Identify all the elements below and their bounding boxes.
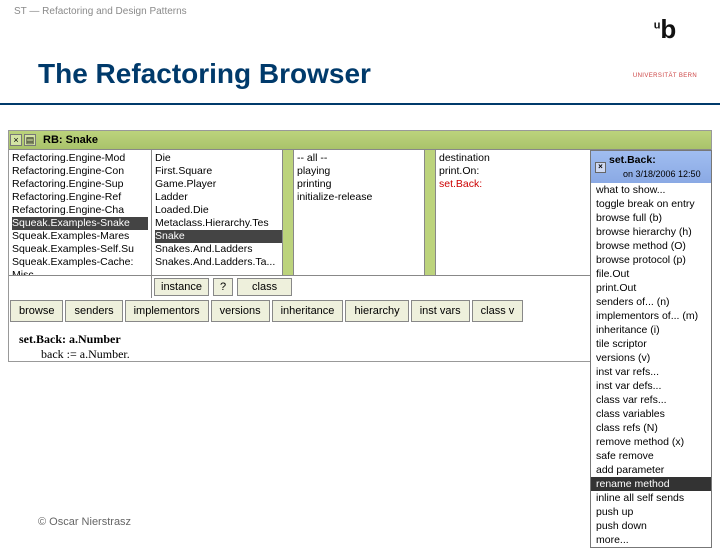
menu-item[interactable]: senders of... (n) [591, 295, 711, 309]
menu-icon[interactable]: ▤ [24, 134, 36, 146]
menu-item[interactable]: toggle break on entry [591, 197, 711, 211]
breadcrumb: ST — Refactoring and Design Patterns [14, 6, 187, 17]
scrollbar[interactable] [424, 150, 435, 275]
list-item[interactable]: printing [297, 178, 432, 191]
list-item[interactable]: Snakes.And.Ladders.Ta... [155, 256, 290, 269]
close-icon[interactable]: × [595, 162, 606, 173]
university-logo: ub UNIVERSITÄT BERN [628, 14, 702, 80]
browser-window-title: RB: Snake [43, 134, 98, 146]
tab-browse[interactable]: browse [10, 300, 63, 322]
menu-item[interactable]: browse hierarchy (h) [591, 225, 711, 239]
menu-item[interactable]: versions (v) [591, 351, 711, 365]
list-item[interactable]: print.On: [439, 165, 568, 178]
list-item[interactable]: Snakes.And.Ladders [155, 243, 290, 256]
menu-item[interactable]: implementors of... (m) [591, 309, 711, 323]
menu-item[interactable]: add parameter [591, 463, 711, 477]
list-item[interactable]: Squeak.Examples-Mares [12, 230, 148, 243]
menu-item[interactable]: what to show... [591, 183, 711, 197]
instance-button[interactable]: instance [154, 278, 209, 296]
menu-item[interactable]: browse full (b) [591, 211, 711, 225]
list-item[interactable]: Refactoring.Engine-Cha [12, 204, 148, 217]
menu-item[interactable]: inheritance (i) [591, 323, 711, 337]
list-item[interactable]: Squeak.Examples-Snake [12, 217, 148, 230]
tab-implementors[interactable]: implementors [125, 300, 209, 322]
menu-item[interactable]: push down [591, 519, 711, 533]
context-menu-title-bar[interactable]: × set.Back: on 3/18/2006 12:50 [591, 151, 711, 183]
list-item[interactable]: Misc [12, 269, 148, 275]
list-item[interactable]: Snake [155, 230, 290, 243]
menu-item[interactable]: push up [591, 505, 711, 519]
package-list[interactable]: Refactoring.Engine-Mod Refactoring.Engin… [9, 150, 152, 275]
menu-item[interactable]: class refs (N) [591, 421, 711, 435]
scrollbar[interactable] [282, 150, 293, 275]
tab-class-vars[interactable]: class v [472, 300, 524, 322]
list-item[interactable]: Metaclass.Hierarchy.Tes [155, 217, 290, 230]
list-item[interactable]: First.Square [155, 165, 290, 178]
protocol-list[interactable]: -- all -- playing printing initialize-re… [294, 150, 436, 275]
list-item[interactable]: Game.Player [155, 178, 290, 191]
logo-text: UNIVERSITÄT BERN [628, 45, 702, 80]
list-item[interactable]: initialize-release [297, 191, 432, 204]
close-icon[interactable]: × [10, 134, 22, 146]
menu-item[interactable]: inst var defs... [591, 379, 711, 393]
page-title: The Refactoring Browser [38, 58, 371, 90]
list-item[interactable]: playing [297, 165, 432, 178]
menu-item[interactable]: more... [591, 533, 711, 547]
tab-inheritance[interactable]: inheritance [272, 300, 344, 322]
list-item[interactable]: Loaded.Die [155, 204, 290, 217]
menu-item[interactable]: remove method (x) [591, 435, 711, 449]
footer-copyright: © Oscar Nierstrasz [38, 516, 131, 528]
list-item[interactable]: Refactoring.Engine-Ref [12, 191, 148, 204]
list-item[interactable]: Squeak.Examples-Cache: [12, 256, 148, 269]
menu-item[interactable]: inline all self sends [591, 491, 711, 505]
logo-b-mark: b [660, 14, 676, 44]
help-button[interactable]: ? [213, 278, 233, 296]
menu-item[interactable]: safe remove [591, 449, 711, 463]
browser-title-bar[interactable]: × ▤ RB: Snake [9, 131, 711, 150]
method-list[interactable]: destination print.On: set.Back: [436, 150, 571, 275]
class-list[interactable]: Die First.Square Game.Player Ladder Load… [152, 150, 294, 275]
menu-item[interactable]: inst var refs... [591, 365, 711, 379]
menu-item[interactable]: tile scriptor [591, 337, 711, 351]
menu-item[interactable]: rename method [591, 477, 711, 491]
context-menu-title: set.Back: [609, 153, 701, 167]
tab-versions[interactable]: versions [211, 300, 270, 322]
menu-item[interactable]: class var refs... [591, 393, 711, 407]
menu-item[interactable]: browse protocol (p) [591, 253, 711, 267]
tab-hierarchy[interactable]: hierarchy [345, 300, 408, 322]
menu-item[interactable]: print.Out [591, 281, 711, 295]
list-item[interactable]: Refactoring.Engine-Mod [12, 152, 148, 165]
method-context-menu: × set.Back: on 3/18/2006 12:50 what to s… [590, 150, 712, 548]
list-item[interactable]: Squeak.Examples-Self.Su [12, 243, 148, 256]
list-item[interactable]: -- all -- [297, 152, 432, 165]
list-item[interactable]: destination [439, 152, 568, 165]
header-divider [0, 103, 720, 105]
list-item[interactable]: Refactoring.Engine-Con [12, 165, 148, 178]
menu-item[interactable]: class variables [591, 407, 711, 421]
list-item[interactable]: Die [155, 152, 290, 165]
list-item[interactable]: Ladder [155, 191, 290, 204]
list-item[interactable]: Refactoring.Engine-Sup [12, 178, 148, 191]
list-item[interactable]: set.Back: [439, 178, 568, 191]
context-menu-subtitle: on 3/18/2006 12:50 [609, 167, 701, 181]
menu-item[interactable]: browse method (O) [591, 239, 711, 253]
tab-inst-vars[interactable]: inst vars [411, 300, 470, 322]
class-button[interactable]: class [237, 278, 292, 296]
tab-senders[interactable]: senders [65, 300, 122, 322]
menu-item[interactable]: file.Out [591, 267, 711, 281]
